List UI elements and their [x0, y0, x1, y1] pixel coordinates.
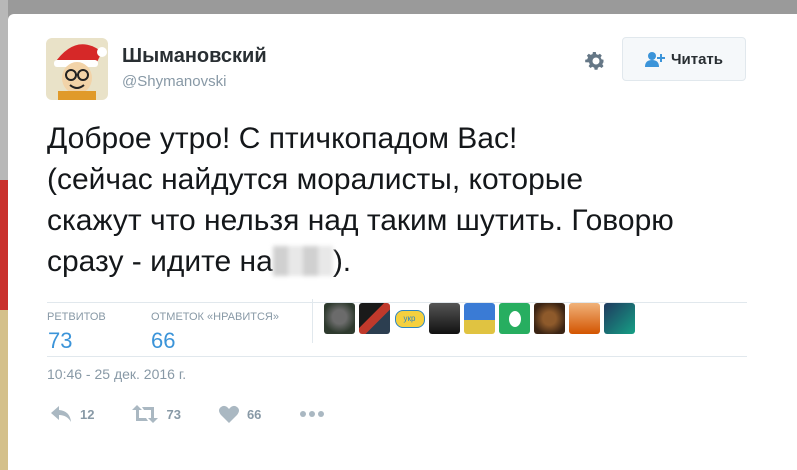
- profile-name[interactable]: Шымановский: [122, 45, 267, 68]
- avatar[interactable]: [46, 38, 108, 100]
- tweet-line: Доброе утро! С птичкопадом Вас!: [47, 122, 518, 155]
- tweet-line-text: сразу - идите на: [47, 245, 273, 278]
- divider: [47, 356, 747, 357]
- more-button[interactable]: [299, 410, 325, 418]
- background-strip: [0, 310, 8, 470]
- liker-avatar[interactable]: [429, 303, 460, 334]
- liker-avatar[interactable]: [464, 303, 495, 334]
- liker-avatar[interactable]: [569, 303, 600, 334]
- reply-button[interactable]: 12: [50, 405, 94, 423]
- more-icon: [300, 411, 325, 417]
- retweets-label[interactable]: РЕТВИТОВ: [47, 311, 106, 323]
- like-button[interactable]: 66: [218, 405, 262, 423]
- gear-icon[interactable]: [584, 49, 608, 73]
- liker-avatars: укр: [324, 303, 635, 334]
- liker-avatar[interactable]: [324, 303, 355, 334]
- follow-button-label: Читать: [670, 50, 724, 68]
- liker-avatar[interactable]: укр: [394, 303, 425, 334]
- tweet-actions: 12 73 66: [50, 405, 363, 423]
- retweets-count[interactable]: 73: [48, 328, 72, 354]
- likes-count[interactable]: 66: [151, 328, 175, 354]
- liker-avatar[interactable]: [359, 303, 390, 334]
- tweet-line: сразу - идите на).: [47, 241, 747, 282]
- background-strip: [0, 180, 8, 310]
- tweet-line: скажут что нельзя над таким шутить. Гово…: [47, 204, 674, 237]
- tweet-timestamp[interactable]: 10:46 - 25 дек. 2016 г.: [47, 366, 186, 382]
- like-count: 66: [246, 406, 262, 422]
- follow-button[interactable]: Читать: [622, 37, 746, 81]
- censored-blur: [272, 246, 333, 276]
- liker-avatar[interactable]: [499, 303, 530, 334]
- profile-handle[interactable]: @Shymanovski: [122, 73, 226, 90]
- tweet-line-text: ).: [332, 245, 352, 278]
- liker-avatar[interactable]: [534, 303, 565, 334]
- tweet-line: (сейчас найдутся моралисты, которые: [47, 163, 584, 196]
- liker-avatar[interactable]: [604, 303, 635, 334]
- stats-separator: [312, 299, 313, 343]
- tweet-text: Доброе утро! С птичкопадом Вас! (сейчас …: [47, 118, 747, 282]
- heart-icon: [218, 405, 239, 423]
- retweet-button[interactable]: 73: [132, 405, 181, 423]
- retweet-count: 73: [166, 406, 181, 422]
- likes-label[interactable]: ОТМЕТОК «НРАВИТСЯ»: [151, 311, 279, 323]
- add-user-icon: [644, 52, 665, 67]
- retweet-icon: [132, 405, 159, 423]
- reply-icon: [51, 406, 71, 422]
- reply-count: 12: [80, 406, 95, 422]
- background-strip: [0, 0, 8, 180]
